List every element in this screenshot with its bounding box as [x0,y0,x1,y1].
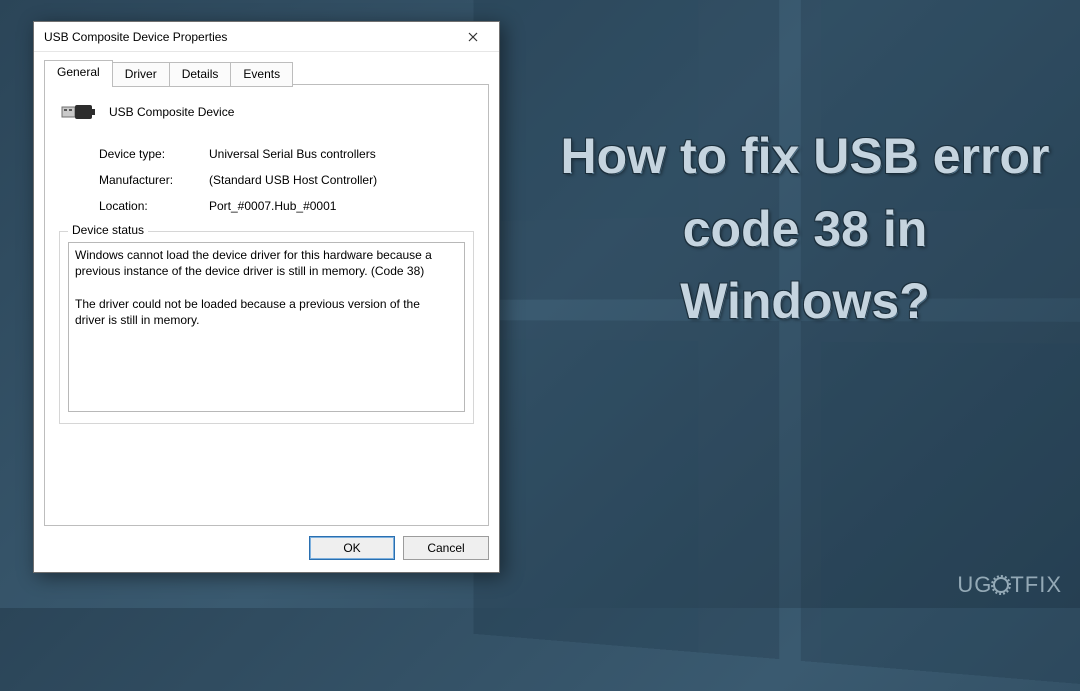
device-status-text[interactable] [68,242,465,412]
titlebar[interactable]: USB Composite Device Properties [34,22,499,52]
ok-button[interactable]: OK [309,536,395,560]
tab-events[interactable]: Events [230,62,293,87]
label-location: Location: [99,199,209,213]
tab-strip: General Driver Details Events [44,60,489,85]
dialog-button-row: OK Cancel [44,526,489,562]
device-properties-dialog: USB Composite Device Properties General … [33,21,500,573]
device-status-group: Device status [59,231,474,424]
watermark-suffix: TFIX [1010,572,1062,598]
tab-panel-general: USB Composite Device Device type: Univer… [44,84,489,526]
dialog-body: General Driver Details Events USB Compos… [34,52,499,572]
row-device-type: Device type: Universal Serial Bus contro… [99,147,474,161]
device-status-legend: Device status [68,223,148,237]
tab-driver[interactable]: Driver [112,62,170,87]
article-headline: How to fix USB error code 38 in Windows? [555,120,1055,338]
usb-plug-icon [61,99,95,125]
tab-general[interactable]: General [44,60,113,85]
gear-icon [993,577,1009,593]
row-manufacturer: Manufacturer: (Standard USB Host Control… [99,173,474,187]
value-location: Port_#0007.Hub_#0001 [209,199,336,213]
device-header: USB Composite Device [61,99,474,125]
row-location: Location: Port_#0007.Hub_#0001 [99,199,474,213]
label-device-type: Device type: [99,147,209,161]
label-manufacturer: Manufacturer: [99,173,209,187]
close-icon [468,32,478,42]
device-name: USB Composite Device [109,105,234,119]
value-device-type: Universal Serial Bus controllers [209,147,376,161]
watermark-prefix: UG [957,572,992,598]
value-manufacturer: (Standard USB Host Controller) [209,173,377,187]
tab-details[interactable]: Details [169,62,232,87]
cancel-button[interactable]: Cancel [403,536,489,560]
properties-grid: Device type: Universal Serial Bus contro… [99,147,474,213]
watermark-logo: UG TFIX [957,572,1062,598]
close-button[interactable] [453,23,493,51]
window-title: USB Composite Device Properties [44,30,453,44]
